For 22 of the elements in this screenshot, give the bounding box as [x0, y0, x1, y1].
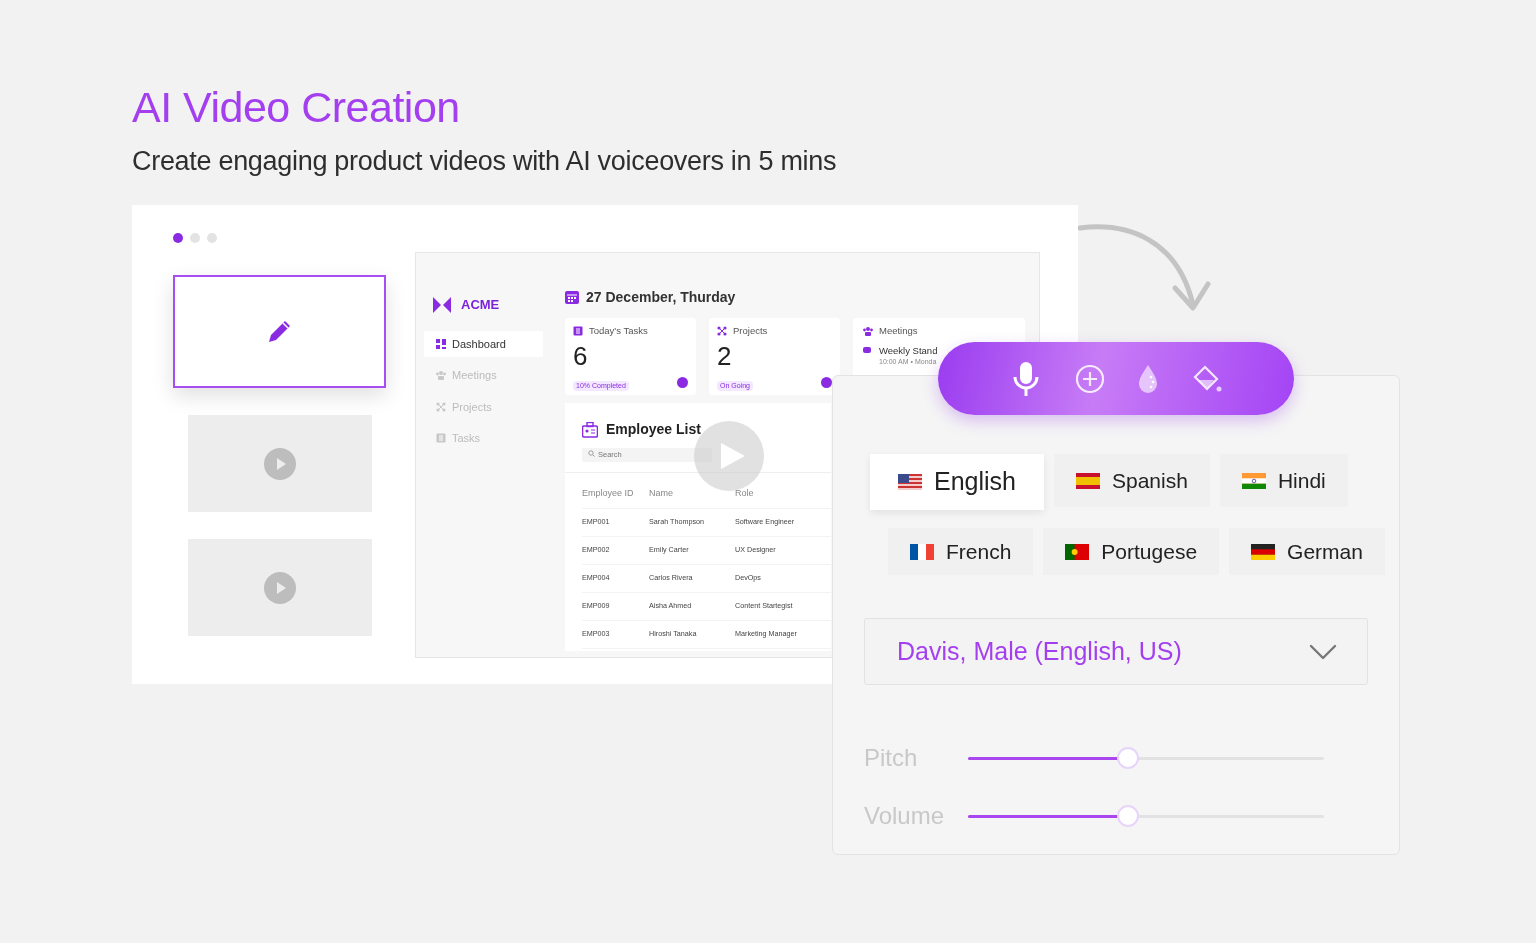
stat-title: Today's Tasks	[589, 324, 648, 338]
stat-value: 2	[717, 342, 733, 371]
language-option[interactable]: Portugese	[1043, 528, 1220, 575]
language-option[interactable]: English	[870, 454, 1044, 510]
stat-value: 6	[573, 342, 589, 371]
column-header: Role	[735, 486, 755, 500]
column-header: Name	[649, 486, 674, 500]
voice-dropdown[interactable]: Davis, Male (English, US)	[864, 618, 1368, 685]
date-heading: 27 December, Thurday	[586, 288, 736, 307]
card-title: Employee List	[606, 420, 701, 439]
page-subtitle: Create engaging product videos with AI voiceovers in 5 mins	[132, 145, 837, 179]
meetings-title: Meetings	[879, 324, 918, 338]
nav-item[interactable]: Dashboard	[424, 330, 543, 357]
language-option[interactable]: French	[888, 528, 1034, 575]
brand-name: ACME	[461, 296, 500, 314]
language-option[interactable]: Hindi	[1219, 454, 1348, 507]
column-header: Employee ID	[582, 486, 635, 500]
language-option[interactable]: German	[1229, 528, 1385, 575]
language-option[interactable]: Spanish	[1054, 454, 1210, 507]
stat-title: Projects	[733, 324, 768, 338]
meeting-name: Weekly Stand	[879, 346, 938, 357]
page-title: AI Video Creation	[132, 84, 461, 132]
